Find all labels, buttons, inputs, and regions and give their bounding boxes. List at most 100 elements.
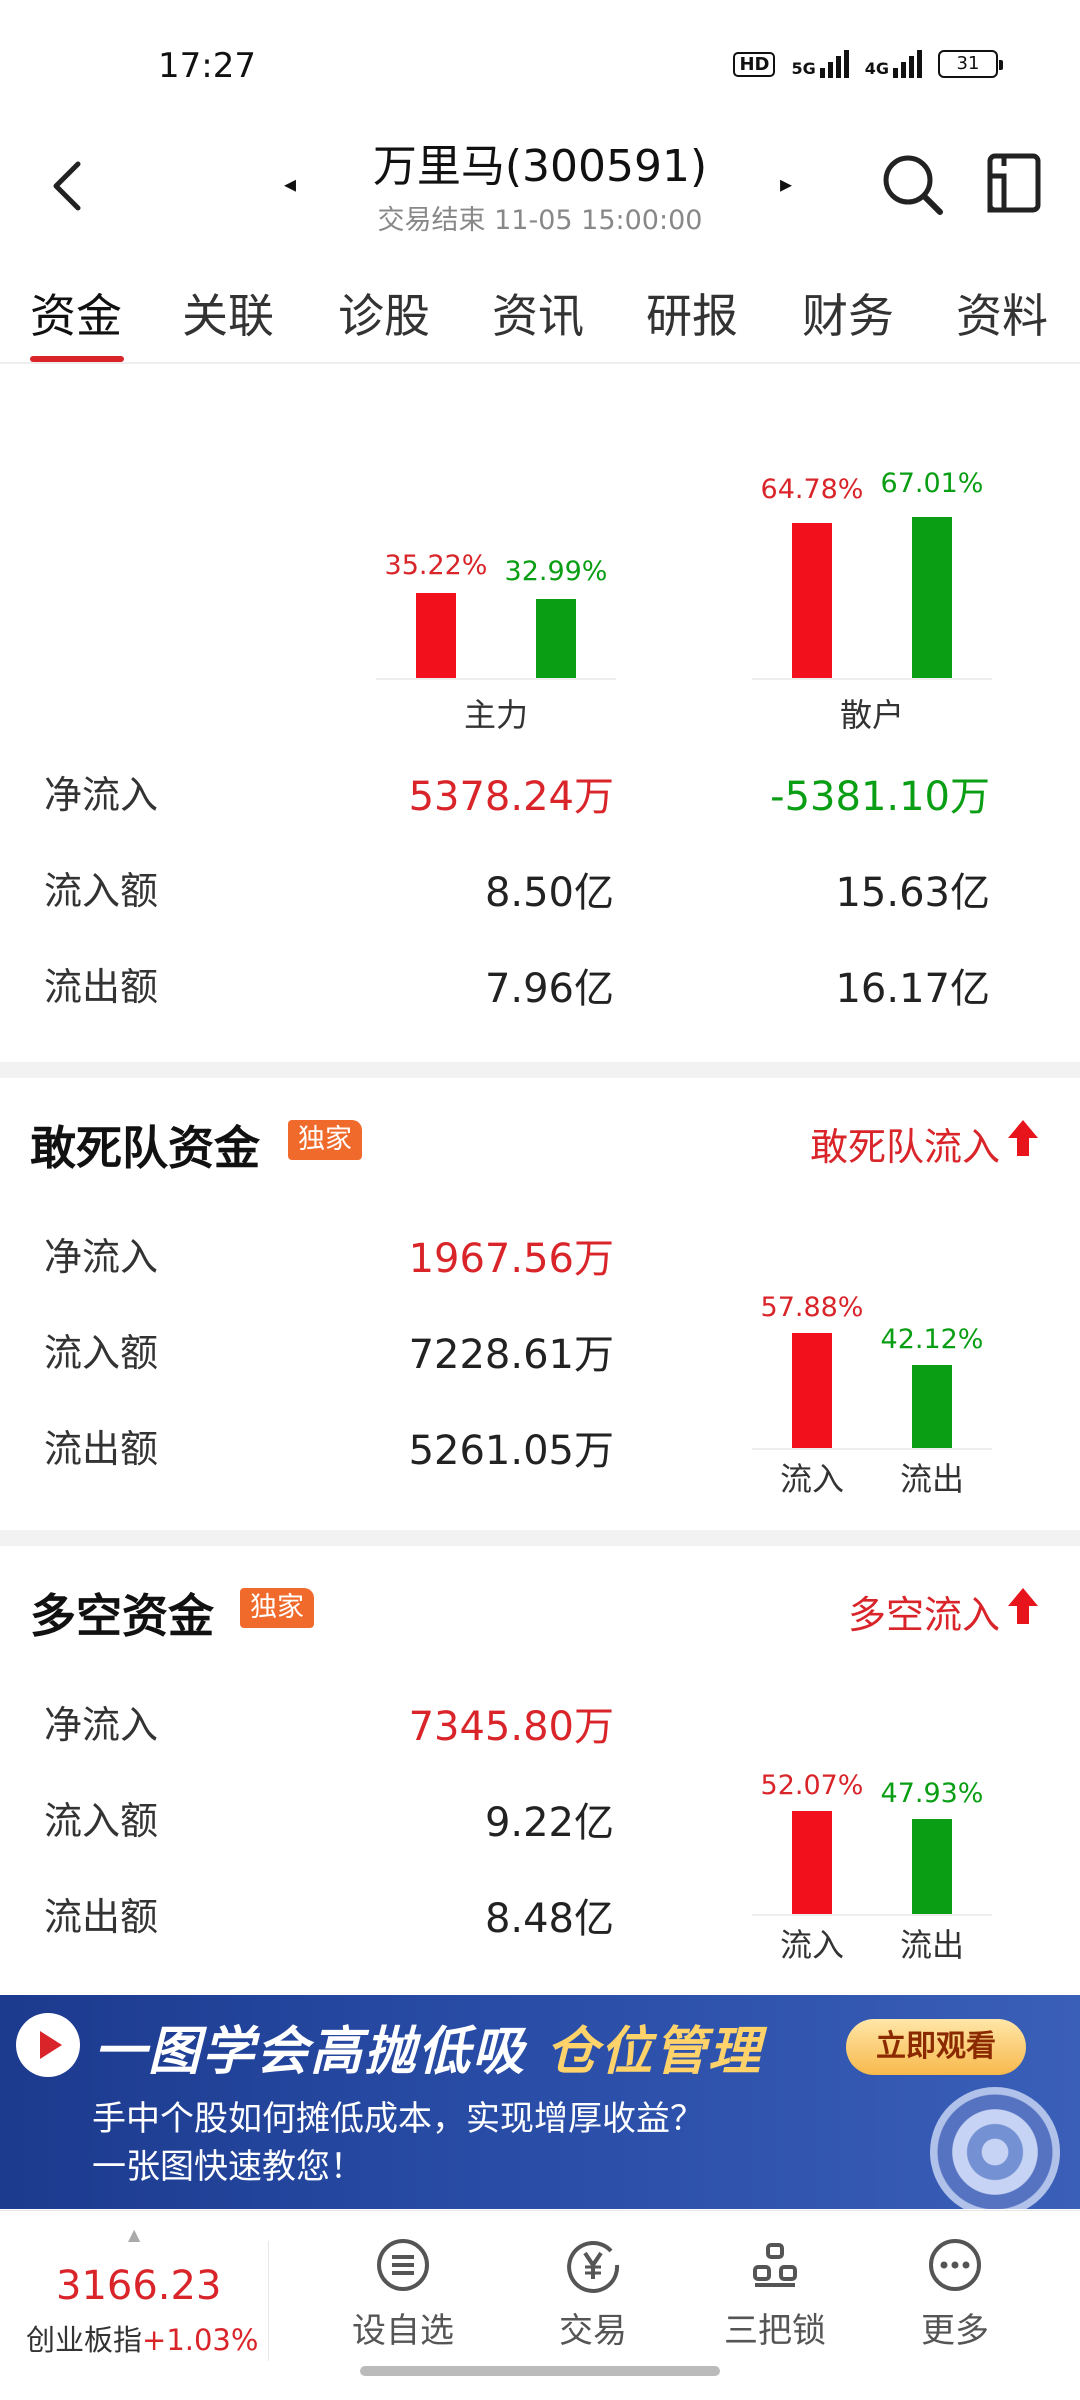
retail-inflow-value: 15.63亿 [835, 870, 990, 916]
signal-4g-icon: 4G [865, 50, 922, 78]
status-bar: 17:27 HD 5G 4G 31 [0, 0, 1080, 120]
ls-in-pct: 52.07% [760, 1770, 864, 1801]
retail-in-pct: 64.78% [760, 474, 864, 505]
banner-line-1: 手中个股如何摊低成本，实现增厚收益？ [92, 2099, 704, 2139]
dare-out-pct: 42.12% [880, 1324, 984, 1355]
retail-in-bar [792, 523, 832, 678]
retail-group-label: 散户 [839, 696, 904, 734]
retail-out-pct: 67.01% [880, 468, 984, 499]
signal-4g-label: 4G [864, 59, 889, 78]
dare-in-bar [792, 1333, 832, 1448]
ls-in-label: 流入 [779, 1926, 844, 1964]
expand-up-icon[interactable]: ▲ [128, 2225, 140, 2244]
dare-out-label: 流出 [899, 1460, 964, 1498]
watch-now-button[interactable]: 立即观看 [846, 2019, 1026, 2075]
nav-three-locks-label: 三把锁 [724, 2311, 826, 2351]
index-name-row[interactable]: 创业板指+1.03% [26, 2317, 258, 2359]
exclusive-badge: 独家 [288, 1120, 362, 1160]
main-chart-baseline [376, 678, 616, 680]
ls-row-label-inflow: 流入额 [44, 1799, 159, 1843]
banner-headline: 一图学会高抛低吸 仓位管理 [94, 2009, 762, 2084]
dare-out-bar [912, 1365, 952, 1448]
ls-net-value: 7345.80万 [408, 1704, 614, 1750]
ls-chart-baseline [752, 1914, 992, 1916]
ls-out-bar [912, 1819, 952, 1914]
tab-diagnosis[interactable]: 诊股 [338, 280, 430, 346]
ls-out-pct: 47.93% [880, 1778, 984, 1809]
nav-trade[interactable]: 交易 [518, 2237, 668, 2352]
dare-row-label-inflow: 流入额 [44, 1331, 159, 1375]
dare-row-label-net: 净流入 [44, 1235, 159, 1279]
battery-icon: 31 [938, 50, 1003, 78]
ls-row-label-net: 净流入 [44, 1703, 159, 1747]
dare-chart-baseline [752, 1448, 992, 1450]
status-icons: HD 5G 4G 31 [733, 50, 1003, 78]
retail-net-value: -5381.10万 [770, 774, 990, 820]
nav-more-label: 更多 [921, 2311, 989, 2351]
layout-switch-icon[interactable] [984, 150, 1044, 216]
ls-row-label-outflow: 流出额 [44, 1895, 159, 1939]
next-stock-icon[interactable]: ▸ [780, 170, 792, 198]
up-arrow-icon [1008, 1588, 1038, 1624]
retail-outflow-value: 16.17亿 [835, 966, 990, 1012]
vertical-divider [268, 2241, 269, 2361]
dare-fund-title: 敢死队资金 [30, 1121, 260, 1175]
search-icon[interactable] [878, 150, 946, 218]
exclusive-badge: 独家 [240, 1588, 314, 1628]
main-outflow-value: 7.96亿 [484, 966, 614, 1012]
signal-5g-icon: 5G [791, 50, 849, 78]
dare-in-label: 流入 [779, 1460, 844, 1498]
tab-profile[interactable]: 资料 [956, 280, 1048, 346]
home-indicator[interactable] [360, 2366, 720, 2376]
retail-out-bar [912, 517, 952, 678]
tab-funds[interactable]: 资金 [30, 280, 122, 346]
promo-banner[interactable]: 一图学会高抛低吸 仓位管理 立即观看 手中个股如何摊低成本，实现增厚收益？ 一张… [0, 1995, 1080, 2209]
tab-related[interactable]: 关联 [182, 280, 274, 346]
status-time: 17:27 [158, 46, 256, 86]
ls-out-label: 流出 [899, 1926, 964, 1964]
index-value[interactable]: 3166.23 [56, 2263, 221, 2309]
index-name: 创业板指 [26, 2323, 143, 2357]
tab-news[interactable]: 资讯 [492, 280, 584, 346]
play-icon [16, 2013, 80, 2077]
tab-finance[interactable]: 财务 [802, 280, 894, 346]
row-label-inflow: 流入额 [44, 869, 159, 913]
main-in-pct: 35.22% [384, 550, 488, 581]
main-inflow-value: 8.50亿 [484, 870, 614, 916]
main-net-value: 5378.24万 [408, 774, 614, 820]
dare-outflow-value: 5261.05万 [408, 1428, 614, 1474]
signal-5g-label: 5G [791, 59, 816, 78]
section-divider [0, 1062, 1080, 1078]
up-arrow-icon [1008, 1120, 1038, 1156]
main-in-bar [416, 593, 456, 678]
long-short-title: 多空资金 [30, 1589, 214, 1643]
main-out-pct: 32.99% [504, 556, 608, 587]
nav-watchlist[interactable]: 设自选 [328, 2237, 478, 2352]
nav-more[interactable]: 更多 [880, 2237, 1030, 2352]
dare-net-value: 1967.56万 [408, 1236, 614, 1282]
hd-icon: HD [733, 51, 776, 77]
banner-headline-a: 一图学会高抛低吸 [94, 2022, 527, 2082]
row-label-net: 净流入 [44, 773, 159, 817]
nav-watchlist-label: 设自选 [352, 2311, 454, 2351]
dare-row-label-outflow: 流出额 [44, 1427, 159, 1471]
retail-chart-baseline [752, 678, 992, 680]
nav-three-locks[interactable]: 三把锁 [700, 2237, 850, 2352]
dare-fund-link[interactable]: 敢死队流入 [810, 1116, 1000, 1171]
dart-target-icon [930, 2087, 1060, 2209]
dare-in-pct: 57.88% [760, 1292, 864, 1323]
ls-in-bar [792, 1811, 832, 1914]
long-short-link[interactable]: 多空流入 [848, 1584, 1000, 1639]
main-out-bar [536, 599, 576, 678]
ls-inflow-value: 9.22亿 [484, 1800, 614, 1846]
row-label-outflow: 流出额 [44, 965, 159, 1009]
yen-circle-icon [567, 2240, 620, 2293]
main-group-label: 主力 [463, 696, 528, 734]
banner-line-2: 一张图快速教您！ [92, 2147, 364, 2187]
section-divider [0, 1530, 1080, 1546]
ls-outflow-value: 8.48亿 [484, 1896, 614, 1942]
banner-headline-b: 仓位管理 [546, 2022, 763, 2082]
tab-research[interactable]: 研报 [646, 280, 738, 346]
active-tab-indicator [30, 356, 124, 362]
more-dots-icon [929, 2239, 981, 2291]
